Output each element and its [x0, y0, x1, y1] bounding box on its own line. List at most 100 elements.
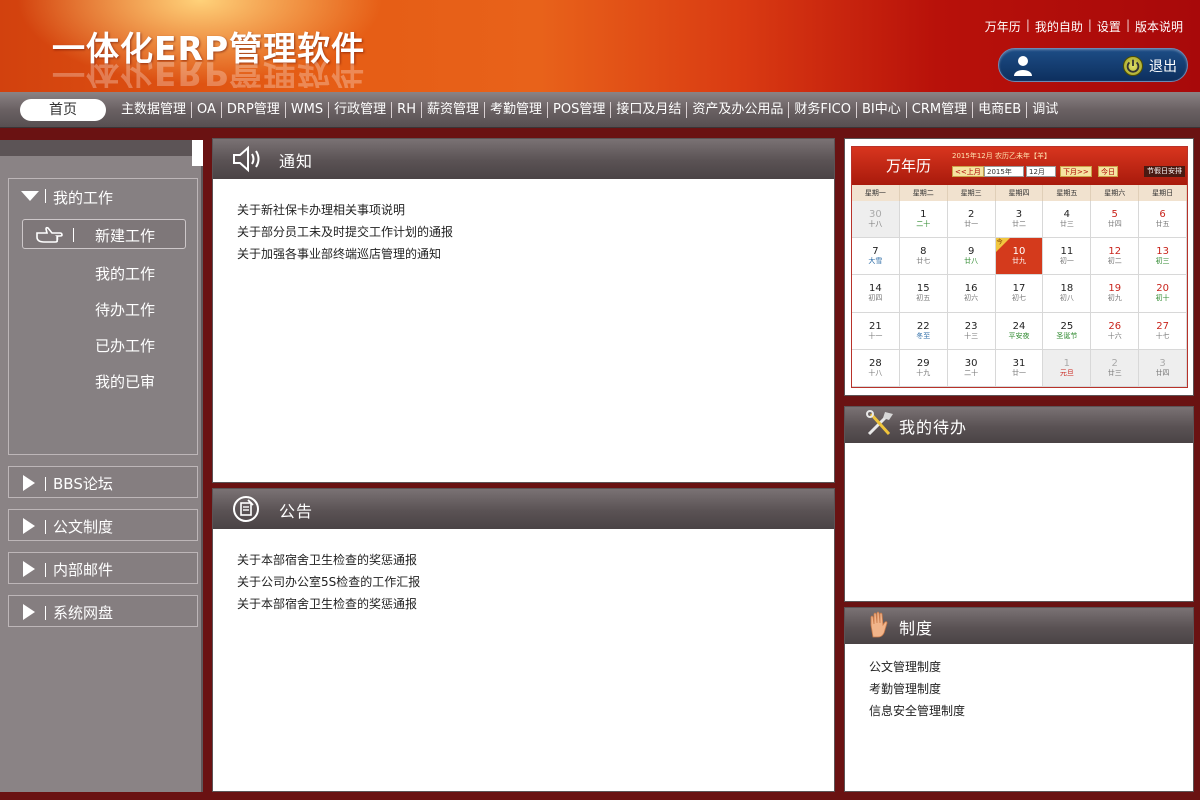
nav-item-rh[interactable]: RH — [391, 102, 421, 118]
calendar-day[interactable]: 17 初七 — [995, 275, 1044, 313]
calendar-day[interactable]: 22 冬至 — [899, 312, 948, 350]
calendar-day[interactable]: 2 廿一 — [947, 201, 996, 239]
rule-item[interactable]: 信息安全管理制度 — [869, 700, 965, 722]
nav-item-payroll[interactable]: 薪资管理 — [420, 102, 484, 118]
calendar-day[interactable]: 8 廿七 — [899, 238, 948, 276]
calendar-day[interactable]: 25 圣诞节 — [1043, 312, 1092, 350]
calendar-day[interactable]: 30 十八 — [852, 201, 900, 239]
top-links: 万年历 | 我的自助 | 设置 | 版本说明 — [980, 18, 1188, 35]
sidebar-section-mail[interactable]: 内部邮件 — [8, 552, 198, 584]
nav-item-debug[interactable]: 调试 — [1026, 102, 1063, 118]
sidebar-section-netdisk[interactable]: 系统网盘 — [8, 595, 198, 627]
calendar-lunar-label: 廿三 — [1059, 220, 1074, 228]
sidebar-section-bbs[interactable]: BBS论坛 — [8, 466, 198, 498]
calendar-day[interactable]: 13 初三 — [1139, 238, 1187, 276]
side-item-pending-work[interactable]: 待办工作 — [95, 299, 155, 320]
top-link-calendar[interactable]: 万年历 — [980, 18, 1026, 35]
nav-item-bi[interactable]: BI中心 — [855, 102, 906, 118]
calendar-day[interactable]: 19 初九 — [1091, 275, 1140, 313]
nav-item-wms[interactable]: WMS — [284, 102, 328, 118]
calendar-day[interactable]: 28 十八 — [852, 349, 900, 387]
todo-panel: 我的待办 — [844, 406, 1194, 602]
announcement-item[interactable]: 关于本部宿舍卫生检查的奖惩通报 — [237, 549, 420, 571]
calendar-year-select[interactable]: 2015年 — [984, 166, 1024, 177]
rule-item[interactable]: 考勤管理制度 — [869, 678, 965, 700]
new-work-button[interactable]: 新建工作 — [22, 219, 186, 249]
calendar-day[interactable]: 11 初一 — [1043, 238, 1092, 276]
calendar-day[interactable]: 1 元旦 — [1043, 349, 1092, 387]
power-icon[interactable] — [1123, 56, 1143, 76]
calendar-day-number: 20 — [1156, 283, 1169, 295]
calendar-next-month[interactable]: 下月>> — [1060, 166, 1092, 177]
calendar-day[interactable]: 9 廿八 — [947, 238, 996, 276]
calendar-day[interactable]: 5 廿四 — [1091, 201, 1140, 239]
announcement-item[interactable]: 关于本部宿舍卫生检查的奖惩通报 — [237, 593, 420, 615]
top-link-version[interactable]: 版本说明 — [1130, 18, 1188, 35]
weekday-label: 星期五 — [1043, 185, 1092, 201]
calendar-day[interactable]: 14 初四 — [852, 275, 900, 313]
calendar-today-button[interactable]: 今日 — [1098, 166, 1118, 177]
nav-item-master-data[interactable]: 主数据管理 — [116, 102, 191, 118]
user-icon[interactable] — [1013, 55, 1033, 77]
calendar-day[interactable]: 15 初五 — [899, 275, 948, 313]
calendar-day-number: 19 — [1108, 283, 1122, 295]
calendar-day-number: 12 — [1108, 246, 1122, 258]
calendar-lunar-label: 初九 — [1107, 294, 1122, 303]
calendar-day[interactable]: 7 大雪 — [852, 238, 900, 276]
calendar-day[interactable]: 1 二十 — [899, 201, 948, 239]
calendar-day[interactable]: 20 初十 — [1139, 275, 1187, 313]
nav-home[interactable]: 首页 — [20, 99, 106, 121]
notice-item[interactable]: 关于新社保卡办理相关事项说明 — [237, 199, 453, 221]
calendar-day-number: 18 — [1060, 283, 1074, 295]
calendar-day[interactable]: 16 初六 — [947, 275, 996, 313]
calendar-day[interactable]: 12 初二 — [1091, 238, 1140, 276]
calendar-day[interactable]: 3 廿四 — [1139, 349, 1187, 387]
calendar-holiday-select[interactable]: 节假日安排 — [1144, 166, 1185, 177]
calendar-day[interactable]: 31 廿一 — [995, 349, 1044, 387]
calendar-lunar-label: 廿一 — [1011, 368, 1026, 377]
announcement-item[interactable]: 关于公司办公室5S检查的工作汇报 — [237, 571, 420, 593]
nav-item-assets[interactable]: 资产及办公用品 — [686, 102, 788, 118]
calendar-day[interactable]: 24 平安夜 — [995, 312, 1044, 350]
calendar-day[interactable]: 21 十一 — [852, 312, 900, 350]
calendar-day[interactable]: 6 廿五 — [1139, 201, 1187, 239]
notice-item[interactable]: 关于部分员工未及时提交工作计划的通报 — [237, 221, 453, 243]
weekday-label: 星期六 — [1091, 185, 1140, 201]
calendar-day[interactable]: 30 二十 — [947, 349, 996, 387]
nav-item-drp[interactable]: DRP管理 — [220, 102, 285, 118]
calendar-day[interactable]: 26 十六 — [1091, 312, 1140, 350]
side-item-my-work[interactable]: 我的工作 — [95, 263, 155, 284]
nav-item-oa[interactable]: OA — [191, 102, 221, 118]
calendar-day[interactable]: 18 初八 — [1043, 275, 1092, 313]
top-link-self-service[interactable]: 我的自助 — [1030, 18, 1088, 35]
logout-button[interactable]: 退出 — [1149, 56, 1177, 76]
calendar-day[interactable]: 4 廿三 — [1043, 201, 1092, 239]
nav-item-interface[interactable]: 接口及月结 — [610, 102, 686, 118]
nav-item-finance[interactable]: 财务FICO — [788, 102, 856, 118]
calendar-day-number: 2 — [967, 209, 975, 220]
calendar-day[interactable]: 27 十七 — [1139, 312, 1187, 350]
calendar-day[interactable]: 3 廿二 — [995, 201, 1044, 239]
nav-item-admin[interactable]: 行政管理 — [328, 102, 391, 118]
notice-item[interactable]: 关于加强各事业部终端巡店管理的通知 — [237, 243, 453, 265]
calendar-day[interactable]: 2 廿三 — [1091, 349, 1140, 387]
calendar-day-number: 27 — [1156, 320, 1169, 332]
calendar-day[interactable]: 29 十九 — [899, 349, 948, 387]
calendar-prev-month[interactable]: <<上月 — [952, 166, 984, 177]
sidebar-section-documents[interactable]: 公文制度 — [8, 509, 198, 541]
calendar-lunar-label: 初一 — [1059, 257, 1074, 266]
side-item-done-work[interactable]: 已办工作 — [95, 335, 155, 356]
nav-item-crm[interactable]: CRM管理 — [905, 102, 972, 118]
rules-header: 制度 — [845, 608, 1193, 644]
calendar-day[interactable]: 23 十三 — [947, 312, 996, 350]
nav-item-attendance[interactable]: 考勤管理 — [483, 102, 547, 118]
calendar-month-select[interactable]: 12月 — [1026, 166, 1056, 177]
my-work-header[interactable]: 我的工作 — [9, 179, 197, 211]
nav-item-ecommerce[interactable]: 电商EB — [972, 102, 1026, 118]
top-link-settings[interactable]: 设置 — [1092, 18, 1126, 35]
nav-item-pos[interactable]: POS管理 — [547, 102, 610, 118]
side-item-my-reviewed[interactable]: 我的已审 — [95, 371, 155, 392]
calendar-day-today[interactable]: 今 10 廿九 — [995, 238, 1044, 276]
rule-item[interactable]: 公文管理制度 — [869, 656, 965, 678]
my-work-panel: 我的工作 新建工作 我的工作 待办工作 已办工作 我的已审 — [8, 178, 198, 455]
